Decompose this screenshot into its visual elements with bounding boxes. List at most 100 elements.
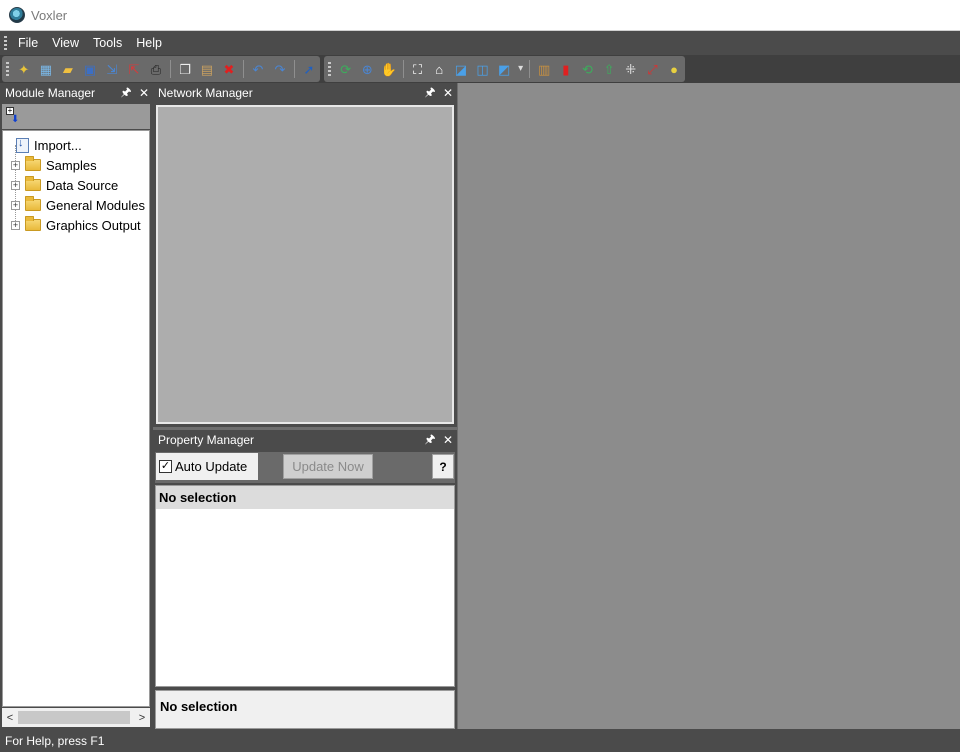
expand-icon[interactable]: +	[11, 160, 20, 170]
new-icon[interactable]: ✦	[14, 59, 34, 79]
tree-item-label: Samples	[46, 157, 97, 173]
capture-icon[interactable]: ▥	[534, 59, 554, 79]
update-now-button[interactable]: Update Now	[283, 454, 373, 479]
expand-icon[interactable]: +	[11, 220, 20, 230]
module-tree: Import... + Samples + Data Source + General Mo…	[2, 130, 150, 707]
home-icon[interactable]: ⌂	[429, 59, 449, 79]
menu-bar: File View Tools Help	[0, 31, 960, 55]
dropdown-arrow-icon[interactable]: ▾	[516, 59, 525, 79]
property-manager-title: Property Manager	[158, 433, 255, 447]
menu-file[interactable]: File	[11, 36, 45, 50]
fit-to-window-icon[interactable]: ⛶	[408, 59, 428, 79]
toolbar-separator	[293, 60, 295, 78]
toolbar-separator	[169, 60, 171, 78]
expand-icon[interactable]: +	[11, 200, 20, 210]
close-icon[interactable]: ✕	[135, 86, 153, 100]
toolbar-row: ✦ ▦ ▰ ▣ ⇲ ⇱ ⎙ ❐ ▤ ✖ ↶ ↷ ➚ ⟳ ⊕ ✋ ⛶ ⌂ ◪ ◫ ◩ ▾ ▥ ▮ ⟲ ⇧ ⁜ ⤢ ●	[0, 55, 960, 83]
graph-axes-icon[interactable]: ⤢	[643, 59, 663, 79]
window-title: Voxler	[31, 7, 68, 23]
scroll-left-icon[interactable]: <	[2, 712, 18, 724]
property-description: No selection	[155, 690, 455, 729]
pin-icon[interactable]: 🖈	[421, 83, 439, 104]
auto-update-checkbox[interactable]: ✓ Auto Update	[156, 453, 258, 480]
new-network-icon[interactable]: ▦	[36, 59, 56, 79]
status-bar: For Help, press F1	[0, 729, 960, 752]
toolbar-separator	[529, 60, 531, 78]
help-button[interactable]: ?	[432, 454, 454, 479]
module-manager-title: Module Manager	[5, 86, 96, 100]
open-icon[interactable]: ▰	[58, 59, 78, 79]
menu-help[interactable]: Help	[129, 36, 169, 50]
redo-icon[interactable]: ↷	[270, 59, 290, 79]
menu-tools[interactable]: Tools	[86, 36, 129, 50]
pan-icon[interactable]: ✋	[379, 59, 399, 79]
network-manager-panel: Network Manager 🖈 ✕	[153, 83, 457, 427]
toolbar-separator	[242, 60, 244, 78]
module-up-icon[interactable]: ⇧	[599, 59, 619, 79]
module-tree-hscrollbar[interactable]: < >	[2, 708, 150, 727]
tree-item-label: General Modules	[46, 197, 145, 213]
module-manager-header: Module Manager 🖈 ✕	[0, 83, 153, 103]
property-manager-controls: ✓ Auto Update Update Now ?	[155, 452, 455, 483]
close-icon[interactable]: ✕	[439, 433, 457, 447]
pin-icon[interactable]: 🖈	[421, 430, 439, 451]
rotate-icon[interactable]: ⟳	[336, 59, 356, 79]
copy-icon[interactable]: ❐	[175, 59, 195, 79]
tree-item-data-source[interactable]: + Data Source	[3, 175, 118, 195]
tree-item-label: Graphics Output	[46, 217, 141, 233]
view-options-icon[interactable]: ◩	[494, 59, 514, 79]
menu-view[interactable]: View	[45, 36, 86, 50]
checkbox-checked-icon[interactable]: ✓	[159, 460, 172, 473]
scroll-thumb[interactable]	[18, 711, 130, 724]
network-manager-header: Network Manager 🖈 ✕	[153, 83, 457, 103]
expand-all-icon[interactable]: + ⬇	[6, 107, 19, 125]
print-icon[interactable]: ⎙	[146, 59, 166, 79]
expand-icon[interactable]: +	[11, 180, 20, 190]
light-icon[interactable]: ●	[664, 59, 684, 79]
menubar-grip[interactable]	[4, 36, 7, 50]
paste-icon[interactable]: ▤	[197, 59, 217, 79]
tree-item-general-modules[interactable]: + General Modules	[3, 195, 145, 215]
context-help-icon[interactable]: ➚	[299, 59, 319, 79]
network-manager-title: Network Manager	[158, 86, 253, 100]
property-grid-header: No selection	[156, 486, 454, 509]
property-manager-panel: Property Manager 🖈 ✕ ✓ Auto Update Updat…	[153, 430, 457, 729]
import-file-icon	[16, 137, 29, 153]
update-view-icon[interactable]: ⟲	[578, 59, 598, 79]
axes-icon[interactable]: ⁜	[621, 59, 641, 79]
tree-item-import[interactable]: Import...	[3, 135, 82, 155]
toolbar-grip[interactable]	[6, 62, 9, 76]
zoom-icon[interactable]: ⊕	[357, 59, 377, 79]
viewer-area[interactable]	[458, 83, 960, 729]
property-grid: No selection	[155, 485, 455, 687]
pin-icon[interactable]: 🖈	[117, 83, 135, 104]
import-icon[interactable]: ⇲	[102, 59, 122, 79]
save-icon[interactable]: ▣	[80, 59, 100, 79]
tree-item-graphics-output[interactable]: + Graphics Output	[3, 215, 141, 235]
network-canvas[interactable]	[156, 105, 454, 424]
folder-icon	[25, 156, 41, 171]
view-perspective-icon[interactable]: ◪	[451, 59, 471, 79]
undo-icon[interactable]: ↶	[248, 59, 268, 79]
record-icon[interactable]: ▮	[556, 59, 576, 79]
standard-toolbar: ✦ ▦ ▰ ▣ ⇲ ⇱ ⎙ ❐ ▤ ✖ ↶ ↷ ➚	[2, 56, 320, 82]
tree-item-label: Data Source	[46, 177, 119, 193]
toolbar-separator	[402, 60, 404, 78]
view-toolbar: ⟳ ⊕ ✋ ⛶ ⌂ ◪ ◫ ◩ ▾ ▥ ▮ ⟲ ⇧ ⁜ ⤢ ●	[324, 56, 685, 82]
module-manager-panel: Module Manager 🖈 ✕ + ⬇ Import... + Samples…	[0, 83, 153, 729]
tree-item-label: Import...	[34, 137, 82, 153]
scroll-right-icon[interactable]: >	[134, 712, 150, 724]
auto-update-label: Auto Update	[175, 459, 248, 474]
folder-icon	[25, 196, 41, 211]
export-icon[interactable]: ⇱	[124, 59, 144, 79]
delete-icon[interactable]: ✖	[219, 59, 239, 79]
title-bar: Voxler	[0, 0, 960, 31]
view-cube-icon[interactable]: ◫	[473, 59, 493, 79]
property-manager-header: Property Manager 🖈 ✕	[153, 430, 457, 450]
tree-item-samples[interactable]: + Samples	[3, 155, 97, 175]
status-text: For Help, press F1	[5, 733, 105, 748]
folder-icon	[25, 176, 41, 191]
voxler-app-icon	[9, 7, 25, 23]
toolbar-grip[interactable]	[328, 62, 331, 76]
close-icon[interactable]: ✕	[439, 86, 457, 100]
